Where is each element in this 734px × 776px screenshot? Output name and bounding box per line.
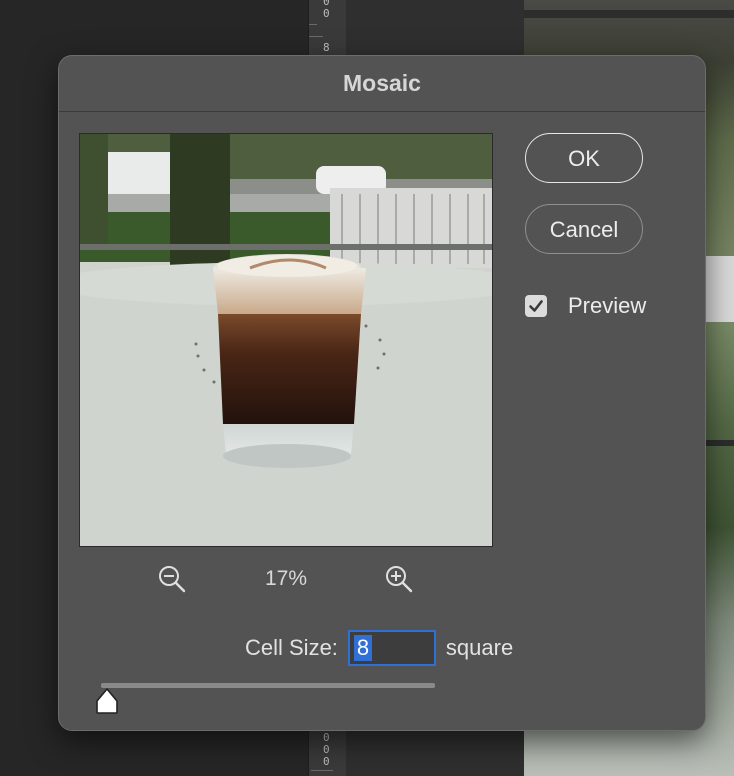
ruler-tick [309,24,317,25]
ruler-digit: 0 [323,7,330,20]
ruler-digit: 8 [323,41,330,54]
cell-size-slider-track[interactable] [101,683,435,688]
mosaic-dialog: Mosaic 17% OK Cancel Preview Cell Size: … [58,55,706,731]
preview-label: Preview [568,293,647,318]
cell-size-input[interactable]: 8 [347,630,436,666]
cell-size-row: Cell Size: 8 square [245,630,513,666]
ok-button[interactable]: OK [525,133,643,183]
dialog-title: Mosaic [343,70,421,96]
preview-checkbox[interactable] [525,295,547,317]
ruler-tick [311,770,333,771]
cell-size-slider-thumb[interactable] [94,687,120,715]
cell-size-value: 8 [353,635,373,661]
dialog-titlebar[interactable]: Mosaic [59,56,705,112]
checkmark-icon [529,300,543,312]
ruler-tick [309,36,323,37]
zoom-level: 17% [264,567,308,590]
cell-size-unit: square [445,635,514,660]
preview-image [80,134,492,546]
cancel-button[interactable]: Cancel [525,204,643,254]
cell-size-label: Cell Size: [245,635,338,660]
preview-toggle[interactable]: Preview [525,291,646,321]
ruler-digit: 0 [323,755,330,768]
filter-preview[interactable] [79,133,493,547]
zoom-out-icon[interactable] [157,564,187,594]
zoom-in-icon[interactable] [384,564,414,594]
